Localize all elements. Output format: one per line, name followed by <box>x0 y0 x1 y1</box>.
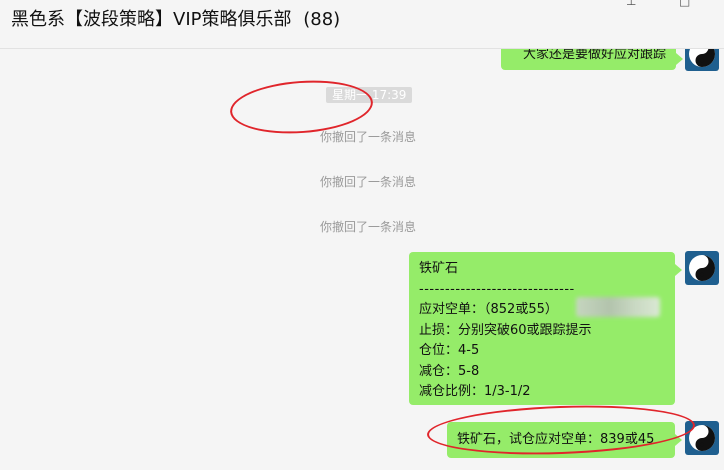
bubble-tail <box>675 264 682 276</box>
message-line: 减仓：5-8 <box>419 363 480 379</box>
message-line: 止损：分别突破60或跟踪提示 <box>419 322 592 338</box>
message-bubble-top[interactable]: 大家还是要做好应对跟踪 <box>501 49 676 70</box>
chat-header: 黑色系【波段策略】VIP策略俱乐部 (88) ⊥ □ <box>0 0 724 49</box>
member-count: (88) <box>303 9 341 30</box>
pin-icon[interactable]: ⊥ <box>626 0 636 8</box>
bubble-tail <box>675 434 682 446</box>
yin-yang-icon <box>689 255 715 281</box>
avatar[interactable] <box>685 251 719 285</box>
avatar[interactable] <box>685 49 719 71</box>
maximize-icon[interactable]: □ <box>679 0 690 8</box>
yin-yang-icon <box>689 425 715 451</box>
redacted-blur <box>576 297 660 317</box>
message-text: 大家还是要做好应对跟踪 <box>522 49 666 62</box>
message-line: 减仓比例：1/3-1/2 <box>419 384 531 399</box>
timestamp-chip: 星期一 17:39 <box>326 87 413 103</box>
yin-yang-icon <box>689 49 715 67</box>
recall-notice: 你撤回了一条消息 <box>320 220 417 234</box>
message-bubble-last[interactable]: 铁矿石，试仓应对空单：839或45 <box>447 422 675 458</box>
group-name: 黑色系【波段策略】VIP策略俱乐部 <box>11 9 292 30</box>
recall-notice: 你撤回了一条消息 <box>320 130 417 144</box>
message-text: 铁矿石，试仓应对空单：839或45 <box>457 432 655 447</box>
recall-notice: 你撤回了一条消息 <box>320 175 417 189</box>
message-bubble-strategy[interactable]: 铁矿石 ------------------------------ 应对空单：… <box>409 252 675 405</box>
message-line: 铁矿石 <box>419 261 459 276</box>
bubble-tail <box>676 53 683 65</box>
avatar[interactable] <box>685 421 719 455</box>
message-line: 仓位：4-5 <box>419 343 480 358</box>
chat-title: 黑色系【波段策略】VIP策略俱乐部 (88) <box>11 8 340 32</box>
chat-area[interactable]: 大家还是要做好应对跟踪 星期一 17:39 你撤回了一条消息 你撤回了一条消息 … <box>0 49 724 470</box>
